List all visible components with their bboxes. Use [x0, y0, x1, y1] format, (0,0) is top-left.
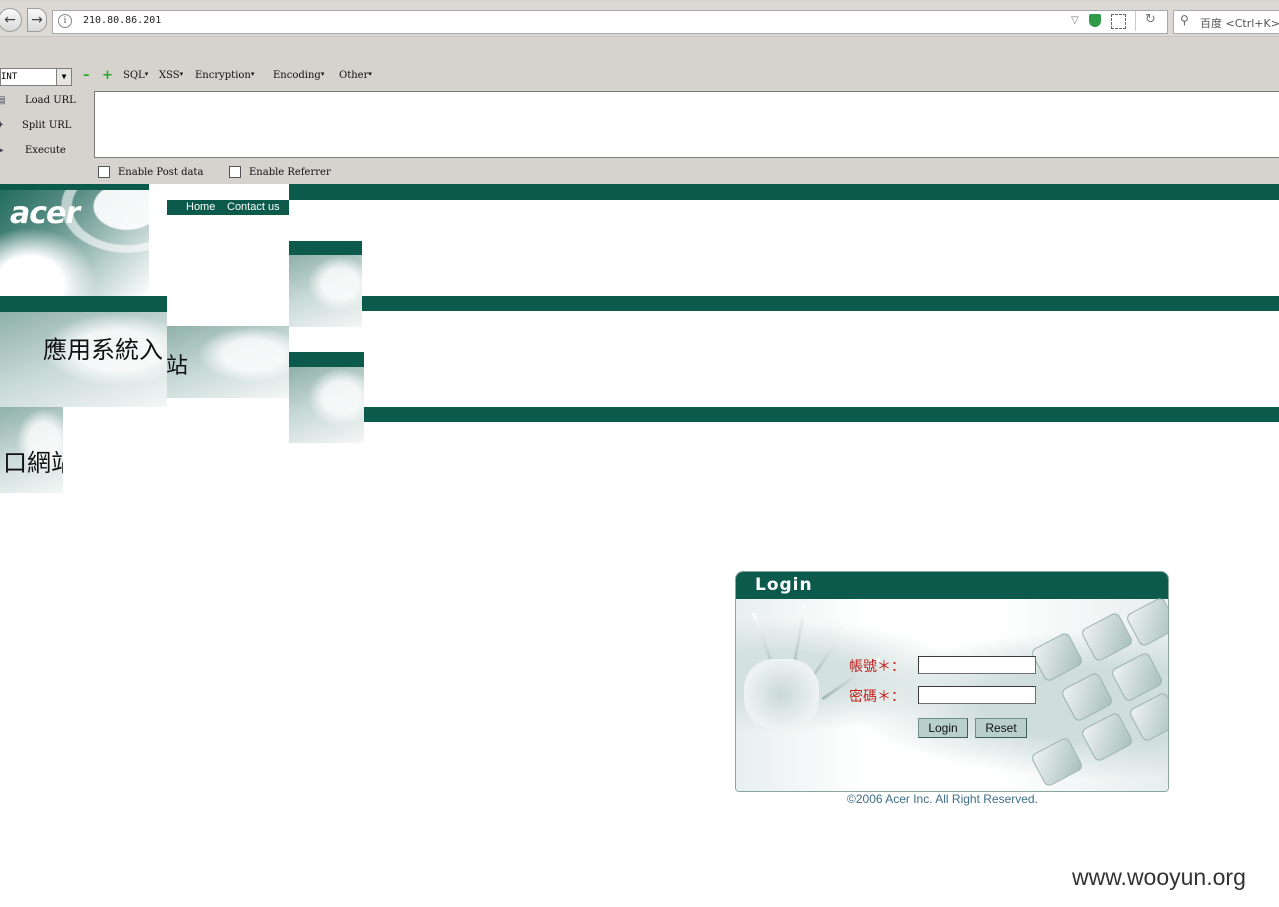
decorative-swirl [289, 255, 362, 327]
section-strip [289, 352, 364, 367]
decorative-swirl [289, 367, 364, 443]
plus-icon[interactable]: + [102, 69, 113, 82]
address-bar[interactable]: i 210.80.86.201 ▽ ↻ [52, 10, 1168, 34]
section-bar [364, 407, 1279, 422]
enable-post-data-checkbox[interactable]: Enable Post data [98, 166, 203, 178]
username-input[interactable] [918, 656, 1036, 674]
login-panel: Login 帳號＊： 密碼＊： Login Reset [735, 571, 1169, 792]
login-button[interactable]: Login [918, 718, 968, 738]
page-title-fragment: 口網站 [3, 449, 63, 477]
nav-home-link[interactable]: Home [186, 201, 215, 213]
menu-xss[interactable]: XSS▾ [159, 70, 183, 81]
header-gap [149, 184, 289, 200]
keyboard-decoration [1060, 671, 1114, 723]
dropdown-arrow-icon[interactable]: ▽ [1071, 15, 1079, 26]
menu-sql[interactable]: SQL▾ [123, 70, 148, 81]
section-strip [289, 241, 362, 255]
hackbar-url-textarea[interactable] [94, 91, 1279, 158]
search-box[interactable]: ⚲ 百度 <Ctrl+K> [1173, 10, 1279, 34]
header-top-strip [0, 184, 149, 190]
top-navigation: Home Contact us [167, 200, 289, 215]
page-title-fragment: 應用系統入 [43, 336, 163, 364]
keyboard-decoration [1030, 736, 1084, 788]
search-icon: ⚲ [1180, 13, 1189, 27]
execute-icon: ▶ [0, 145, 6, 157]
pencil-cup-decoration [744, 659, 819, 729]
divider [1135, 11, 1136, 31]
copyright-text: ©2006 Acer Inc. All Right Reserved. [847, 792, 1038, 806]
section-bar [362, 296, 1279, 311]
hackbar-type-value: INT [1, 72, 18, 82]
load-url-icon: ▤ [0, 95, 6, 106]
keyboard-decoration [1080, 711, 1134, 763]
login-body: 帳號＊： 密碼＊： Login Reset [736, 596, 1168, 791]
split-url-icon: ✦ [0, 120, 5, 131]
chevron-down-icon[interactable]: ▼ [56, 69, 71, 85]
enable-referrer-checkbox[interactable]: Enable Referrer [229, 166, 331, 178]
back-arrow-icon: ← [4, 12, 16, 28]
page-title-fragment: 站 [166, 354, 189, 379]
execute-button[interactable]: ▶ Execute [0, 141, 92, 163]
reload-icon[interactable]: ↻ [1145, 12, 1156, 27]
navigation-bar: ← → i 210.80.86.201 ▽ ↻ ⚲ 百度 <Ctrl+K> [0, 2, 1279, 37]
menu-other[interactable]: Other▾ [339, 70, 372, 81]
load-url-button[interactable]: ▤ Load URL [0, 91, 92, 113]
checkbox-box[interactable] [229, 166, 241, 178]
acer-logo: acer [10, 196, 80, 231]
address-bar-url: 210.80.86.201 [83, 15, 162, 26]
keyboard-decoration [1030, 631, 1084, 683]
header-bar [289, 184, 1279, 200]
menu-encryption[interactable]: Encryption▾ [195, 70, 254, 81]
qr-code-icon[interactable] [1111, 14, 1126, 29]
split-url-button[interactable]: ✦ Split URL [0, 116, 92, 138]
minus-icon[interactable]: – [83, 69, 91, 82]
nav-contact-link[interactable]: Contact us [227, 201, 280, 213]
checkbox-box[interactable] [98, 166, 110, 178]
forward-arrow-icon: → [31, 12, 43, 28]
reset-button[interactable]: Reset [975, 718, 1027, 738]
shield-icon[interactable] [1089, 14, 1101, 27]
login-title: Login [755, 575, 813, 595]
watermark: www.wooyun.org [1072, 864, 1246, 890]
login-header: Login [736, 572, 1168, 599]
search-placeholder: 百度 <Ctrl+K> [1200, 17, 1279, 30]
info-icon[interactable]: i [58, 14, 72, 28]
back-button[interactable]: ← [0, 8, 22, 32]
hackbar-type-select[interactable]: INT ▼ [0, 68, 72, 86]
password-input[interactable] [918, 686, 1036, 704]
username-label: 帳號＊： [849, 659, 905, 675]
forward-button[interactable]: → [27, 8, 47, 32]
menu-encoding[interactable]: Encoding▾ [273, 70, 324, 81]
section-strip [0, 296, 167, 312]
password-label: 密碼＊： [849, 689, 905, 705]
keyboard-decoration [1128, 691, 1168, 743]
